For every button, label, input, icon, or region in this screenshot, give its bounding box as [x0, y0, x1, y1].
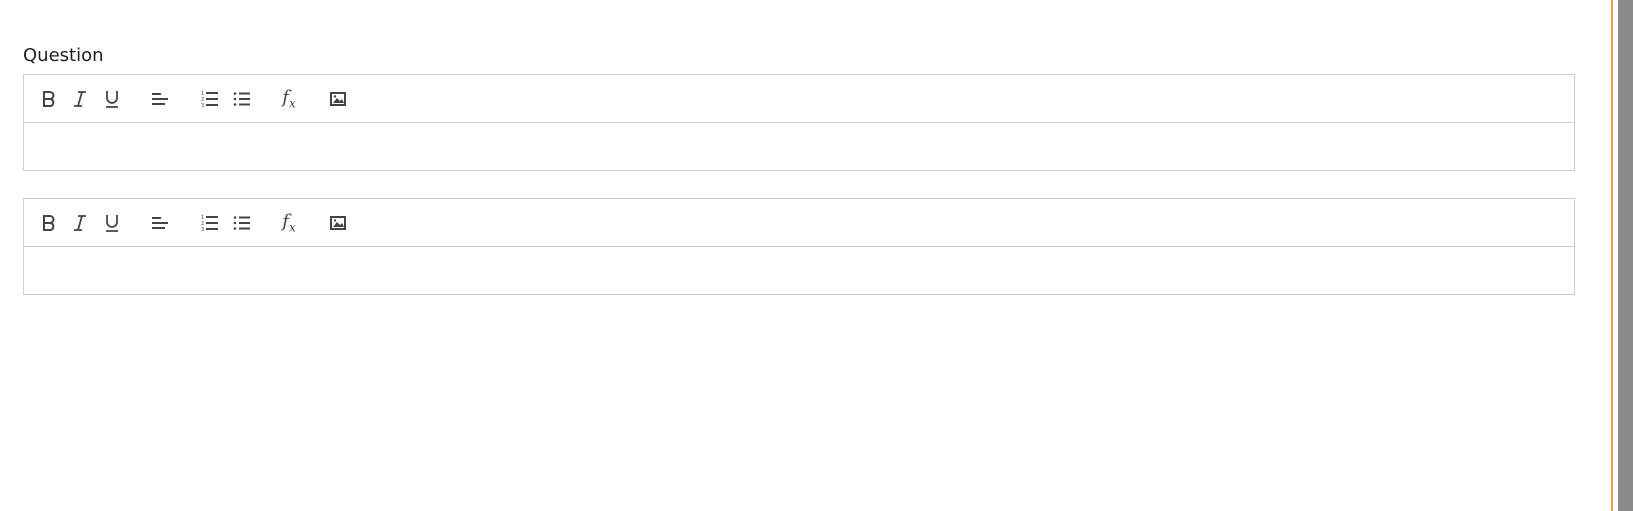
align-left-icon — [151, 92, 169, 106]
underline-icon — [104, 90, 120, 108]
underline-icon — [104, 214, 120, 232]
editor-toolbar: 1 2 3 fx — [24, 75, 1574, 123]
ordered-list-icon: 1 2 3 — [201, 214, 219, 232]
ordered-list-button[interactable]: 1 2 3 — [198, 211, 222, 235]
unordered-list-icon — [233, 91, 251, 107]
align-left-button[interactable] — [148, 211, 172, 235]
question-label: Question — [23, 45, 104, 66]
image-icon — [330, 92, 346, 106]
vertical-scrollbar[interactable] — [1618, 0, 1633, 511]
formula-icon: fx — [282, 210, 296, 235]
unordered-list-button[interactable] — [230, 211, 254, 235]
editor-content-area[interactable] — [24, 123, 1574, 171]
align-left-button[interactable] — [148, 87, 172, 111]
bold-icon — [42, 91, 56, 107]
image-button[interactable] — [326, 211, 350, 235]
bold-icon — [42, 215, 56, 231]
bold-button[interactable] — [37, 211, 61, 235]
formula-icon: fx — [282, 86, 296, 111]
image-icon — [330, 216, 346, 230]
editor-content-area[interactable] — [24, 247, 1574, 295]
underline-button[interactable] — [100, 211, 124, 235]
answer-editor: 1 2 3 fx — [23, 198, 1575, 295]
image-button[interactable] — [326, 87, 350, 111]
underline-button[interactable] — [100, 87, 124, 111]
italic-icon — [73, 91, 87, 107]
ordered-list-button[interactable]: 1 2 3 — [198, 87, 222, 111]
unordered-list-button[interactable] — [230, 87, 254, 111]
italic-button[interactable] — [68, 87, 92, 111]
ordered-list-icon: 1 2 3 — [201, 90, 219, 108]
bold-button[interactable] — [37, 87, 61, 111]
svg-text:3: 3 — [201, 103, 204, 108]
align-left-icon — [151, 216, 169, 230]
italic-icon — [73, 215, 87, 231]
italic-button[interactable] — [68, 211, 92, 235]
panel-divider — [1611, 0, 1613, 511]
svg-text:3: 3 — [201, 227, 204, 232]
question-editor: 1 2 3 fx — [23, 74, 1575, 171]
formula-button[interactable]: fx — [277, 87, 301, 111]
formula-button[interactable]: fx — [277, 211, 301, 235]
editor-toolbar: 1 2 3 fx — [24, 199, 1574, 247]
form-content: Question 1 2 3 fx 1 2 3 fx — [0, 0, 1610, 511]
page: Question 1 2 3 fx 1 2 3 fx — [0, 0, 1633, 511]
unordered-list-icon — [233, 215, 251, 231]
